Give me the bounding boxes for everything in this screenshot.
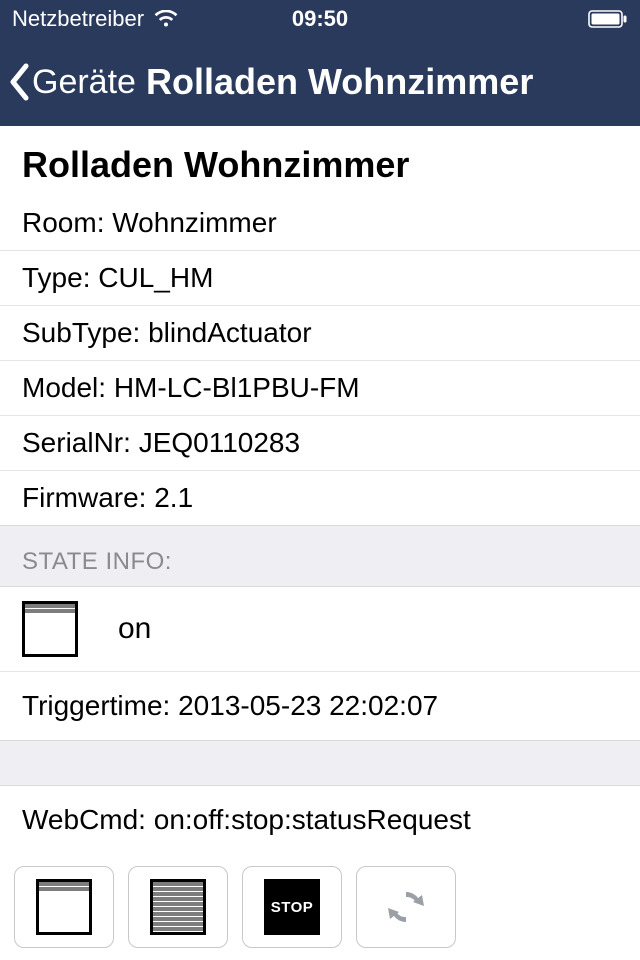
status-bar: Netzbetreiber 09:50	[0, 0, 640, 38]
wifi-icon	[154, 10, 178, 28]
page-title: Rolladen Wohnzimmer	[146, 61, 533, 103]
navigation-bar: Geräte Rolladen Wohnzimmer	[0, 38, 640, 126]
cmd-stop-button[interactable]: STOP	[242, 866, 342, 948]
chevron-left-icon	[8, 63, 30, 101]
attr-subtype: SubType: blindActuator	[0, 306, 640, 361]
cmd-on-button[interactable]	[14, 866, 114, 948]
refresh-icon	[378, 879, 434, 935]
attr-serial: SerialNr: JEQ0110283	[0, 416, 640, 471]
attr-room: Room: Wohnzimmer	[0, 196, 640, 251]
trigger-time-row: Triggertime: 2013-05-23 22:02:07	[0, 672, 640, 740]
state-value: on	[118, 612, 151, 646]
cmd-off-button[interactable]	[128, 866, 228, 948]
shutter-open-icon	[36, 879, 92, 935]
shutter-closed-icon	[150, 879, 206, 935]
carrier-label: Netzbetreiber	[12, 6, 144, 32]
content-area: Rolladen Wohnzimmer Room: Wohnzimmer Typ…	[0, 126, 640, 948]
attr-firmware: Firmware: 2.1	[0, 471, 640, 525]
stop-icon: STOP	[264, 879, 320, 935]
back-button[interactable]: Geräte	[8, 63, 136, 102]
back-label: Geräte	[32, 63, 136, 102]
state-row: on	[0, 587, 640, 672]
attr-type: Type: CUL_HM	[0, 251, 640, 306]
device-title: Rolladen Wohnzimmer	[0, 126, 640, 196]
state-info-header: STATE INFO:	[0, 525, 640, 587]
section-separator	[0, 740, 640, 786]
webcmd-row: WebCmd: on:off:stop:statusRequest	[0, 786, 640, 854]
shutter-open-icon	[22, 601, 78, 657]
clock-label: 09:50	[292, 6, 348, 32]
webcmd-buttons: STOP	[0, 854, 640, 948]
cmd-status-request-button[interactable]	[356, 866, 456, 948]
attr-model: Model: HM-LC-Bl1PBU-FM	[0, 361, 640, 416]
battery-icon	[588, 10, 628, 28]
